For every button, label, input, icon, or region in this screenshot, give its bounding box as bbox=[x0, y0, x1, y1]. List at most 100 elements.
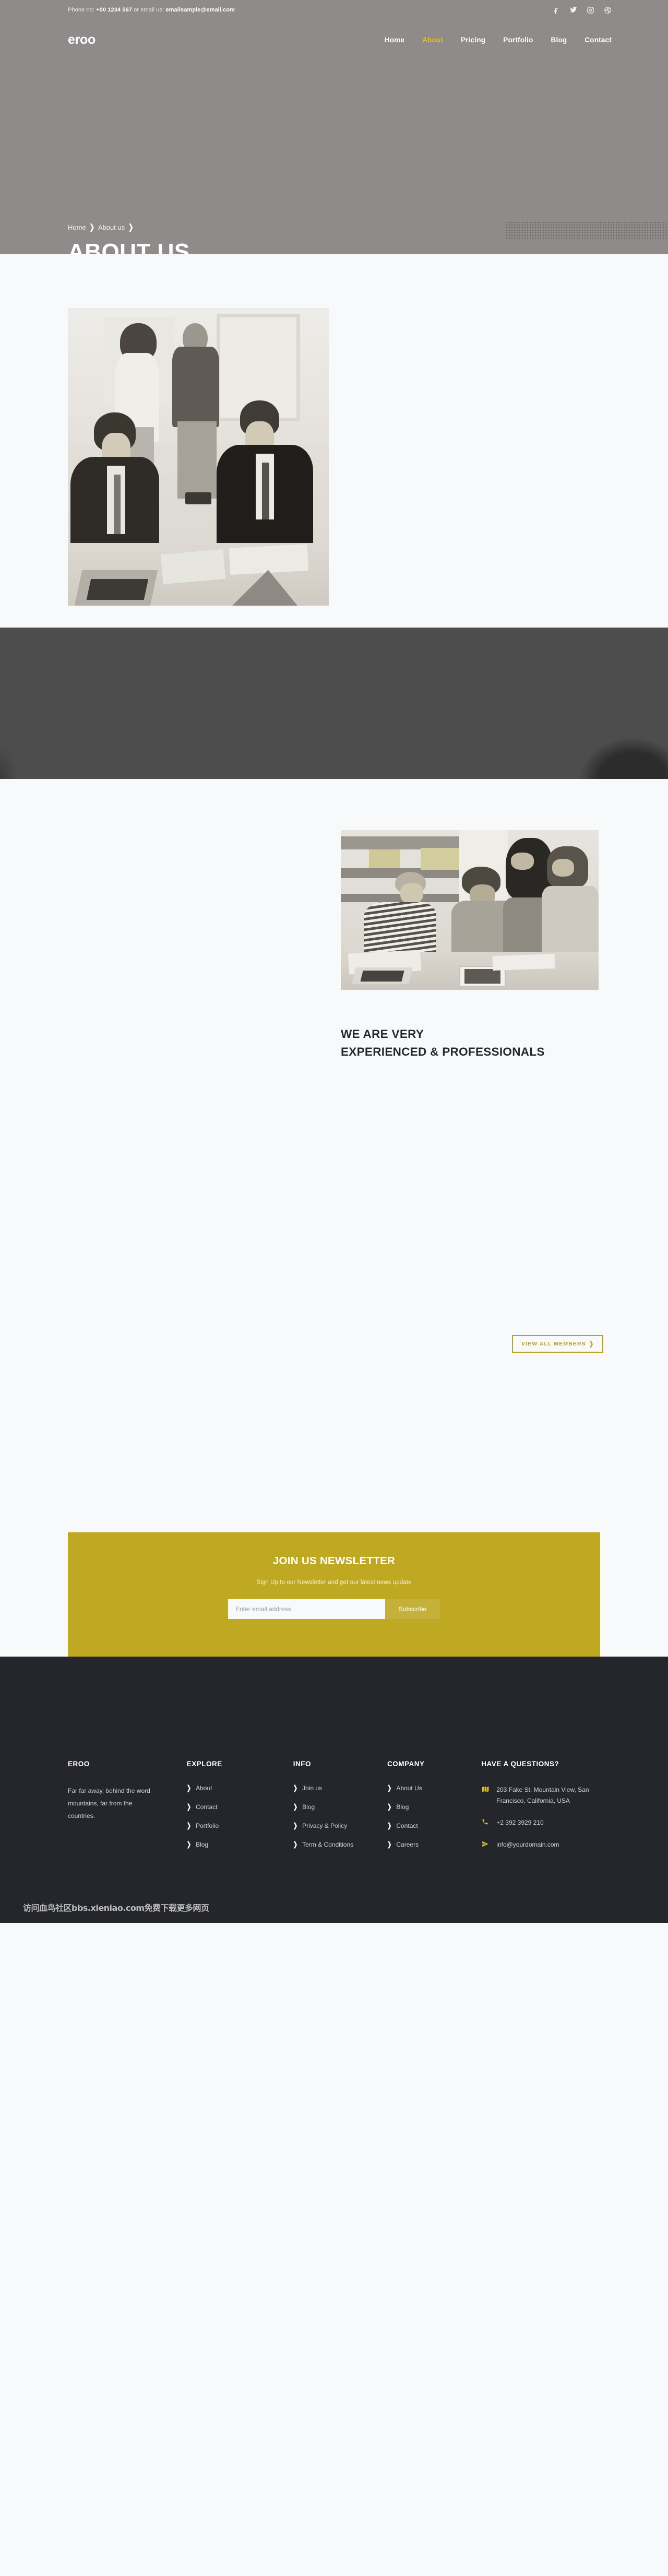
twitter-icon[interactable] bbox=[569, 6, 577, 14]
footer-info-title: INFO bbox=[293, 1760, 311, 1768]
footer-link-careers[interactable]: ❯ Careers bbox=[387, 1840, 481, 1849]
site-logo[interactable]: eroo bbox=[68, 32, 96, 48]
site-footer: EROO Far far away, behind the word mount… bbox=[0, 1657, 668, 1923]
chevron-right-icon: ❯ bbox=[89, 223, 94, 232]
breadcrumb-item-home[interactable]: Home bbox=[68, 223, 86, 231]
footer-address: 203 Fake St. Mountain View, San Francisc… bbox=[481, 1785, 600, 1806]
footer-link-about-us[interactable]: ❯ About Us bbox=[387, 1785, 481, 1792]
footer-column-contact: HAVE A QUESTIONS? 203 Fake St. Mountain … bbox=[481, 1760, 600, 1861]
topbar-phone[interactable]: +00 1234 567 bbox=[96, 7, 132, 13]
footer-link-blog[interactable]: ❯ Blog bbox=[187, 1841, 293, 1849]
view-all-members-label: VIEW ALL MEMBERS bbox=[521, 1341, 586, 1347]
hero-content: Home ❯ About us ❯ ABOUT US bbox=[68, 223, 190, 254]
topbar-contact-prefix: Phone no: bbox=[68, 7, 97, 13]
footer-column-explore: EXPLORE ❯ About ❯ Contact ❯ Portfolio ❯ Blog bbox=[187, 1760, 293, 1861]
footer-link-label: Blog bbox=[196, 1841, 209, 1848]
footer-link-label: Careers bbox=[396, 1841, 419, 1848]
top-contact-bar: Phone no: +00 1234 567 or email us: emai… bbox=[0, 0, 668, 20]
experience-heading-line2: EXPERIENCED & PROFESSIONALS bbox=[341, 1045, 545, 1059]
experience-heading: WE ARE VERY EXPERIENCED & PROFESSIONALS bbox=[341, 1025, 545, 1061]
hero-banner: Phone no: +00 1234 567 or email us: emai… bbox=[0, 0, 668, 254]
footer-link-label: Term & Conditions bbox=[302, 1841, 354, 1848]
chevron-right-icon: ❯ bbox=[293, 1803, 298, 1811]
main-navigation: eroo Home About Pricing Portfolio Blog C… bbox=[0, 20, 668, 60]
footer-link-contact[interactable]: ❯ Contact bbox=[187, 1803, 293, 1811]
footer-link-blog[interactable]: ❯ Blog bbox=[293, 1803, 387, 1811]
stats-band bbox=[0, 628, 668, 779]
footer-link-label: Contact bbox=[196, 1803, 218, 1811]
footer-link-label: Portfolio bbox=[196, 1822, 219, 1829]
topbar-contact-middle: or email us: bbox=[132, 7, 166, 13]
chevron-right-icon: ❯ bbox=[293, 1784, 298, 1792]
band-decoration-left bbox=[0, 747, 17, 779]
footer-column-brand: EROO Far far away, behind the word mount… bbox=[68, 1760, 187, 1861]
chevron-right-icon: ❯ bbox=[293, 1822, 298, 1830]
footer-column-company: COMPANY ❯ About Us ❯ Blog ❯ Contact ❯ Career… bbox=[387, 1760, 481, 1861]
footer-link-terms-conditions[interactable]: ❯ Term & Conditions bbox=[293, 1840, 387, 1849]
chevron-right-icon: ❯ bbox=[589, 1340, 594, 1348]
footer-contact-title: HAVE A QUESTIONS? bbox=[481, 1760, 559, 1768]
newsletter-section: JOIN US NEWSLETTER Sign Up to our Newsle… bbox=[0, 1476, 668, 1657]
footer-link-label: About Us bbox=[396, 1785, 422, 1792]
newsletter-title: JOIN US NEWSLETTER bbox=[272, 1555, 396, 1567]
footer-link-label: Privacy & Policy bbox=[302, 1822, 348, 1829]
footer-link-join-us[interactable]: ❯ Join us bbox=[293, 1785, 387, 1792]
footer-link-about[interactable]: ❯ About bbox=[187, 1785, 293, 1792]
chevron-right-icon: ❯ bbox=[387, 1840, 392, 1849]
chevron-right-icon: ❯ bbox=[186, 1803, 192, 1811]
footer-link-label: Join us bbox=[302, 1785, 323, 1792]
topbar-contact-text: Phone no: +00 1234 567 or email us: emai… bbox=[68, 7, 235, 13]
newsletter-email-input[interactable] bbox=[228, 1599, 385, 1619]
nav-link-list: Home About Pricing Portfolio Blog Contac… bbox=[385, 36, 612, 44]
newsletter-subscribe-button[interactable]: Subscribe bbox=[385, 1599, 440, 1619]
newsletter-form: Subscribe bbox=[228, 1599, 440, 1619]
newsletter-card: JOIN US NEWSLETTER Sign Up to our Newsle… bbox=[68, 1532, 600, 1657]
nav-link-home[interactable]: Home bbox=[385, 36, 404, 44]
topbar-email[interactable]: emailsample@email.com bbox=[165, 7, 235, 13]
footer-link-privacy-policy[interactable]: ❯ Privacy & Policy bbox=[293, 1822, 387, 1830]
footer-explore-title: EXPLORE bbox=[186, 1760, 222, 1768]
intro-section bbox=[0, 254, 668, 628]
footer-link-label: Blog bbox=[302, 1803, 315, 1811]
nav-link-contact[interactable]: Contact bbox=[584, 36, 612, 44]
nav-link-pricing[interactable]: Pricing bbox=[461, 36, 485, 44]
footer-company-title: COMPANY bbox=[387, 1760, 425, 1768]
experience-heading-line1: WE ARE VERY bbox=[341, 1027, 424, 1041]
footer-link-blog[interactable]: ❯ Blog bbox=[387, 1803, 481, 1811]
chevron-right-icon: ❯ bbox=[293, 1840, 298, 1849]
watermark-text: 访问血鸟社区bbs.xieniao.com免费下载更多网页 bbox=[23, 1903, 209, 1913]
chevron-right-icon: ❯ bbox=[186, 1822, 192, 1830]
dribbble-icon[interactable] bbox=[604, 6, 612, 14]
footer-email: info@yourdomain.com bbox=[481, 1839, 600, 1850]
chevron-right-icon: ❯ bbox=[387, 1803, 392, 1811]
newsletter-subtitle: Sign Up to our Newsletter and get our la… bbox=[256, 1579, 412, 1586]
page-title: ABOUT US bbox=[68, 239, 190, 255]
footer-columns: EROO Far far away, behind the word mount… bbox=[68, 1760, 600, 1861]
chevron-right-icon: ❯ bbox=[387, 1822, 392, 1830]
nav-link-portfolio[interactable]: Portfolio bbox=[503, 36, 533, 44]
social-links bbox=[552, 6, 612, 14]
footer-link-label: About bbox=[196, 1785, 212, 1792]
office-team-photo bbox=[68, 308, 329, 606]
experience-section: WE ARE VERY EXPERIENCED & PROFESSIONALS … bbox=[0, 779, 668, 1476]
footer-phone: +2 392 3929 210 bbox=[481, 1817, 600, 1828]
footer-email-text[interactable]: info@yourdomain.com bbox=[496, 1839, 559, 1850]
footer-link-portfolio[interactable]: ❯ Portfolio bbox=[186, 1822, 293, 1830]
footer-column-info: INFO ❯ Join us ❯ Blog ❯ Privacy & Policy ❯ T… bbox=[293, 1760, 387, 1861]
instagram-icon[interactable] bbox=[587, 6, 594, 14]
hero-texture-decoration bbox=[506, 222, 668, 239]
chevron-right-icon: ❯ bbox=[128, 223, 134, 232]
team-collaboration-photo bbox=[341, 830, 599, 990]
map-icon bbox=[481, 1785, 489, 1793]
nav-link-about[interactable]: About bbox=[422, 36, 443, 44]
nav-link-blog[interactable]: Blog bbox=[551, 36, 567, 44]
footer-phone-text[interactable]: +2 392 3929 210 bbox=[496, 1817, 543, 1828]
footer-address-text: 203 Fake St. Mountain View, San Francisc… bbox=[496, 1786, 589, 1804]
footer-link-contact[interactable]: ❯ Contact bbox=[387, 1822, 481, 1830]
view-all-members-button[interactable]: VIEW ALL MEMBERS ❯ bbox=[512, 1335, 604, 1353]
phone-icon bbox=[481, 1817, 489, 1825]
breadcrumb-item-about[interactable]: About us bbox=[98, 223, 125, 231]
facebook-icon[interactable] bbox=[552, 6, 560, 14]
band-decoration-right bbox=[579, 737, 668, 779]
footer-link-label: Contact bbox=[396, 1822, 418, 1829]
